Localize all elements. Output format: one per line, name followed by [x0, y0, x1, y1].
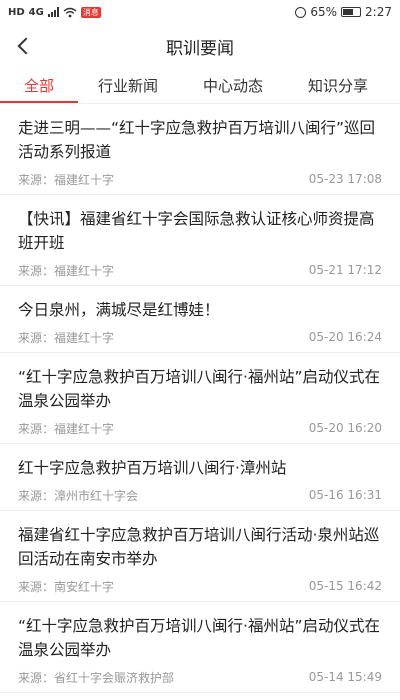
network-type: HD: [8, 6, 25, 18]
news-source: 来源：福建红十字: [18, 421, 115, 436]
status-bar: HD 4G 消息 65% 2:27: [0, 0, 400, 24]
news-source: 来源：省红十字会赈济救护部: [18, 670, 175, 685]
news-meta: 来源：福建红十字 05-23 17:08: [18, 164, 382, 194]
tab-knowledge-sharing[interactable]: 知识分享: [288, 68, 400, 103]
news-title: 福建省红十字应急救护百万培训八闽行活动·泉州站巡回活动在南安市举办: [18, 526, 380, 568]
news-title: “红十字应急救护百万培训八闽行·福州站”启动仪式在温泉公园举办: [18, 368, 380, 410]
news-item[interactable]: “红十字应急救护百万培训八闽行·福州站”启动仪式在温泉公园举办 来源：省红十字会…: [0, 602, 400, 693]
news-title: 今日泉州，满城尽是红博娃！: [18, 301, 220, 319]
news-title: 【快讯】福建省红十字会国际急救认证核心师资提高班开班: [18, 210, 375, 252]
news-item[interactable]: 红十字应急救护百万培训八闽行·漳州站 来源：漳州市红十字会 05-16 16:3…: [0, 444, 400, 511]
news-meta: 来源：省红十字会赈济救护部 05-14 15:49: [18, 662, 382, 692]
news-item[interactable]: “红十字应急救护百万培训八闽行·福州站”启动仪式在温泉公园举办 来源：福建红十字…: [0, 353, 400, 444]
tab-label: 知识分享: [308, 77, 369, 95]
alarm-icon: [295, 6, 307, 18]
news-title: 走进三明——“红十字应急救护百万培训八闽行”巡回活动系列报道: [18, 119, 376, 161]
news-item[interactable]: 走进三明——“红十字应急救护百万培训八闽行”巡回活动系列报道 来源：福建红十字 …: [0, 104, 400, 195]
page-title: 职训要闻: [166, 38, 234, 59]
news-meta: 来源：漳州市红十字会 05-16 16:31: [18, 480, 382, 510]
back-arrow-icon[interactable]: [14, 36, 34, 56]
category-tabs: 全部 行业新闻 中心动态 知识分享: [0, 68, 400, 104]
news-source: 来源：福建红十字: [18, 172, 115, 187]
tab-center-updates[interactable]: 中心动态: [178, 68, 288, 103]
tab-label: 行业新闻: [97, 77, 158, 95]
top-nav-bar: 职训要闻: [0, 24, 400, 68]
news-source: 来源：福建红十字: [18, 263, 115, 278]
news-item[interactable]: 【快讯】福建省红十字会国际急救认证核心师资提高班开班 来源：福建红十字 05-2…: [0, 195, 400, 286]
news-date: 05-16 16:31: [308, 488, 382, 502]
news-item[interactable]: 今日泉州，满城尽是红博娃！ 来源：福建红十字 05-20 16:24: [0, 286, 400, 353]
tab-label: 中心动态: [202, 77, 263, 95]
news-meta: 来源：福建红十字 05-20 16:24: [18, 322, 382, 352]
tab-label: 全部: [23, 77, 54, 95]
news-date: 05-15 16:42: [308, 579, 382, 593]
news-list: 走进三明——“红十字应急救护百万培训八闽行”巡回活动系列报道 来源：福建红十字 …: [0, 104, 400, 693]
news-source: 来源：南安红十字: [18, 579, 115, 594]
tab-all[interactable]: 全部: [0, 68, 78, 103]
news-title: “红十字应急救护百万培训八闽行·福州站”启动仪式在温泉公园举办: [18, 617, 380, 659]
news-item[interactable]: 福建省红十字应急救护百万培训八闽行活动·泉州站巡回活动在南安市举办 来源：南安红…: [0, 511, 400, 602]
news-title: 红十字应急救护百万培训八闽行·漳州站: [18, 459, 287, 477]
news-date: 05-21 17:12: [308, 263, 382, 277]
signal-icon: [47, 7, 59, 17]
news-source: 来源：漳州市红十字会: [18, 488, 139, 503]
signal-label: 4G: [28, 6, 44, 18]
tab-industry-news[interactable]: 行业新闻: [78, 68, 178, 103]
battery-icon: [341, 7, 362, 17]
news-meta: 来源：福建红十字 05-20 16:20: [18, 413, 382, 443]
news-date: 05-23 17:08: [308, 172, 382, 186]
news-source: 来源：福建红十字: [18, 330, 115, 345]
status-right: 65% 2:27: [295, 5, 392, 19]
notification-badge: 消息: [80, 6, 101, 18]
clock-time: 2:27: [365, 5, 392, 19]
status-left: HD 4G 消息: [8, 6, 101, 18]
news-date: 05-14 15:49: [308, 670, 382, 684]
news-meta: 来源：南安红十字 05-15 16:42: [18, 571, 382, 601]
wifi-icon: [63, 7, 77, 17]
news-date: 05-20 16:24: [308, 330, 382, 344]
battery-percent: 65%: [310, 5, 338, 19]
news-date: 05-20 16:20: [308, 421, 382, 435]
news-meta: 来源：福建红十字 05-21 17:12: [18, 255, 382, 285]
